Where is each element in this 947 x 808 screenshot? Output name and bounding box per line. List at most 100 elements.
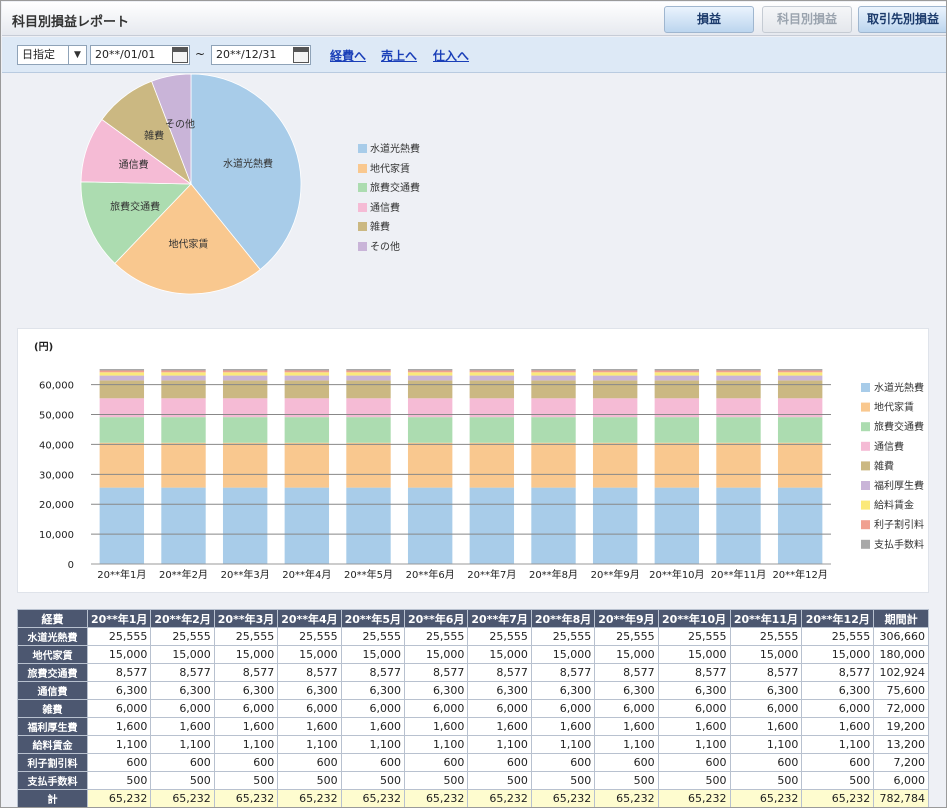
table-row: 雑費 6,000 6,000 6,000 6,000 6,000 6,000 6,000 6,0… bbox=[17, 699, 929, 718]
sales-link[interactable]: 売上へ bbox=[381, 47, 417, 64]
bar-segment bbox=[161, 370, 206, 373]
table-cell: 25,555 bbox=[467, 627, 532, 646]
table-cell: 1,100 bbox=[467, 735, 532, 754]
bar-segment bbox=[284, 417, 330, 443]
table-cell: 1,100 bbox=[530, 735, 596, 754]
bar-segment bbox=[469, 380, 515, 399]
table-cell: 1,600 bbox=[150, 717, 215, 736]
table-cell: 500 bbox=[801, 771, 875, 790]
table-cell: 1,600 bbox=[657, 717, 731, 736]
legend-label: 地代家賃 bbox=[874, 401, 914, 414]
bar-segment bbox=[592, 372, 638, 376]
table-cell: 65,232 bbox=[213, 789, 279, 807]
bar-segment bbox=[592, 442, 638, 488]
table-cell: 6,000 bbox=[530, 699, 596, 718]
table-cell: 6,000 bbox=[213, 699, 279, 718]
legend-label: 雑費 bbox=[370, 222, 390, 233]
calendar-icon[interactable] bbox=[293, 47, 309, 63]
table-cell: 6,000 bbox=[150, 699, 215, 718]
y-tick-label: 0 bbox=[68, 560, 74, 571]
bar-chart-panel: (円) 20**年1月 20**年2月 20**年3月 20**年4月 20**年5月 20… bbox=[17, 328, 929, 593]
column-header: 20**年12月 bbox=[801, 609, 875, 628]
bar-segment bbox=[99, 442, 145, 488]
x-tick-label: 20**年7月 bbox=[467, 568, 516, 581]
table-cell: 6,000 bbox=[657, 699, 731, 718]
bar-segment bbox=[654, 417, 700, 443]
date-range-separator: ~ bbox=[195, 47, 206, 61]
legend-swatch bbox=[861, 539, 870, 549]
expense-link[interactable]: 経費へ bbox=[330, 47, 366, 64]
table-cell: 6,300 bbox=[404, 681, 469, 700]
x-tick-label: 20**年2月 bbox=[159, 568, 208, 581]
table-cell: 6,000 bbox=[801, 699, 875, 718]
legend-swatch bbox=[358, 183, 367, 192]
legend-swatch bbox=[861, 441, 870, 451]
table-cell: 15,000 bbox=[86, 645, 152, 664]
table-row: 福利厚生費 1,600 1,600 1,600 1,600 1,600 1,600 1,600… bbox=[17, 717, 929, 736]
table-cell: 6,000 bbox=[340, 699, 406, 718]
date-to-field[interactable]: 20**/12/31 bbox=[211, 45, 311, 65]
legend-label: 通信費 bbox=[370, 202, 400, 214]
bar-segment bbox=[531, 369, 576, 371]
legend-swatch bbox=[358, 241, 367, 251]
table-cell: 6,300 bbox=[657, 681, 731, 700]
table-cell: 500 bbox=[530, 771, 596, 790]
profit-loss-button[interactable]: 損益 bbox=[664, 6, 754, 33]
bar-segment bbox=[222, 442, 268, 488]
y-tick-label: 60,000 bbox=[39, 381, 74, 392]
bar-segment bbox=[346, 375, 391, 381]
legend-label: 旅費交通費 bbox=[370, 183, 420, 194]
client-profit-loss-button[interactable]: 取引先別損益 bbox=[858, 6, 946, 33]
bar-segment bbox=[407, 380, 453, 399]
table-cell: 65,232 bbox=[86, 789, 152, 807]
legend-swatch bbox=[861, 422, 870, 432]
table-cell: 8,577 bbox=[86, 663, 152, 682]
table-cell: 1,100 bbox=[657, 735, 731, 754]
table-cell: 15,000 bbox=[530, 645, 596, 664]
bar-segment bbox=[407, 417, 453, 443]
row-header: 通信費 bbox=[17, 681, 88, 700]
bar-segment bbox=[161, 369, 206, 371]
bar-segment bbox=[99, 380, 145, 399]
table-cell: 8,577 bbox=[150, 663, 215, 682]
legend-swatch bbox=[861, 481, 870, 490]
table-cell: 6,000 bbox=[729, 699, 803, 718]
table-header-row: 経費 20**年1月 20**年2月 20**年3月 20**年4月 20**年5月 20*… bbox=[17, 609, 929, 628]
table-cell: 7,200 bbox=[873, 753, 929, 772]
bar-segment bbox=[284, 372, 330, 376]
bar-segment bbox=[592, 380, 638, 399]
table-cell: 1,600 bbox=[729, 717, 803, 736]
legend-label: 雑費 bbox=[874, 459, 894, 472]
bar-segment bbox=[222, 370, 268, 373]
table-cell: 8,577 bbox=[213, 663, 279, 682]
bar-segment bbox=[222, 380, 268, 399]
bar-segment bbox=[654, 380, 700, 399]
row-header: 支払手数料 bbox=[17, 771, 88, 790]
x-tick-label: 20**年1月 bbox=[97, 568, 146, 581]
legend-swatch bbox=[358, 222, 367, 231]
legend-label: 支払手数料 bbox=[874, 538, 924, 551]
column-header: 20**年6月 bbox=[404, 609, 469, 628]
legend-label: 水道光熱費 bbox=[874, 381, 924, 394]
legend-label: 旅費交通費 bbox=[874, 420, 924, 433]
calendar-icon[interactable] bbox=[172, 47, 188, 63]
date-mode-select[interactable]: 日指定 ▼ bbox=[17, 45, 87, 65]
pie-slice-label: 旅費交通費 bbox=[110, 200, 160, 213]
table-cell: 500 bbox=[340, 771, 406, 790]
table-cell: 6,300 bbox=[594, 681, 659, 700]
table-cell: 1,100 bbox=[729, 735, 803, 754]
bar-segment bbox=[592, 375, 638, 381]
chevron-down-icon[interactable]: ▼ bbox=[68, 46, 86, 64]
x-tick-label: 20**年11月 bbox=[711, 568, 766, 581]
purchase-link[interactable]: 仕入へ bbox=[433, 47, 469, 64]
account-profit-loss-button[interactable]: 科目別損益 bbox=[762, 6, 852, 33]
table-cell: 6,000 bbox=[86, 699, 152, 718]
table-row: 支払手数料 500 500 500 500 500 500 500 500 500 500 500 50… bbox=[17, 771, 929, 790]
x-tick-label: 20**年9月 bbox=[591, 568, 640, 581]
bar-segment bbox=[716, 442, 761, 488]
table-cell: 1,600 bbox=[801, 717, 875, 736]
column-header: 20**年8月 bbox=[530, 609, 596, 628]
date-from-field[interactable]: 20**/01/01 bbox=[90, 45, 190, 65]
bar-segment bbox=[284, 380, 330, 399]
bar-segment bbox=[716, 380, 761, 399]
